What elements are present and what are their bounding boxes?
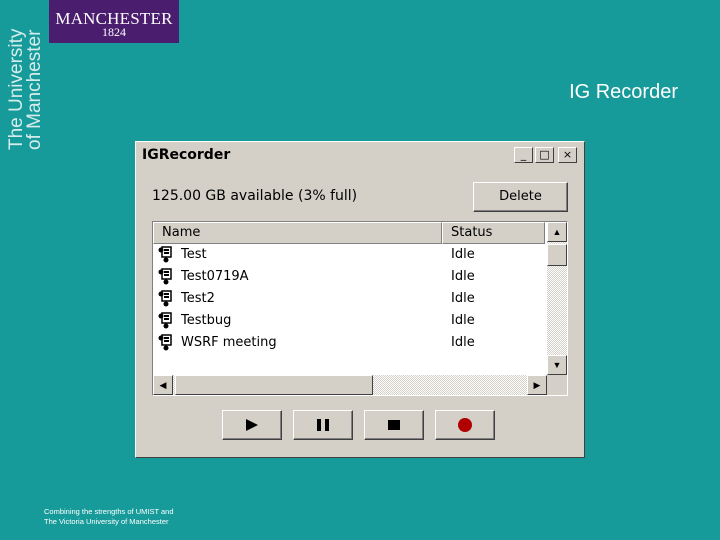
play-icon [246,419,258,431]
recording-row[interactable]: Test0719A Idle [153,266,545,288]
recording-name: Test [181,247,207,262]
recording-status: Idle [451,291,475,306]
recording-name: Test2 [181,291,215,306]
close-button[interactable]: × [558,147,577,163]
university-logo: MANCHESTER 1824 [49,0,179,43]
scroll-corner [547,375,567,395]
slide-title: IG Recorder [569,81,678,103]
recording-name: WSRF meeting [181,335,277,350]
recording-icon [158,312,172,329]
vertical-scrollbar[interactable]: ▲ ▼ [547,222,567,375]
recording-status: Idle [451,247,475,262]
vertical-scroll-thumb[interactable] [547,244,567,266]
recording-icon [158,268,172,285]
recording-status: Idle [451,269,475,284]
minimize-button[interactable]: _ [514,147,533,163]
footer-text: Combining the strengths of UMIST and The… [44,507,174,527]
delete-button[interactable]: Delete [473,182,568,212]
horizontal-scrollbar[interactable]: ◀ ▶ [153,375,547,395]
recording-row[interactable]: Testbug Idle [153,310,545,332]
window-titlebar[interactable]: IGRecorder _ □ × [138,144,582,166]
pause-button[interactable] [293,410,353,440]
scroll-left-button[interactable]: ◀ [153,375,173,395]
play-button[interactable] [222,410,282,440]
record-button[interactable] [435,410,495,440]
scroll-down-button[interactable]: ▼ [547,355,567,375]
maximize-button[interactable]: □ [535,147,554,163]
pause-icon [317,419,329,431]
scroll-right-button[interactable]: ▶ [527,375,547,395]
column-header-name[interactable]: Name [153,222,442,244]
recording-row[interactable]: WSRF meeting Idle [153,332,545,354]
window-title: IGRecorder [142,147,231,163]
footer-line1: Combining the strengths of UMIST and [44,507,174,516]
stop-button[interactable] [364,410,424,440]
stop-icon [388,420,400,430]
storage-available-label: 125.00 GB available (3% full) [152,188,358,204]
igrecorder-window: IGRecorder _ □ × 125.00 GB available (3%… [135,141,585,458]
recording-status: Idle [451,335,475,350]
recording-row[interactable]: Test2 Idle [153,288,545,310]
recording-icon [158,290,172,307]
vertical-university-name: The University of Manchester [6,29,45,150]
recording-row[interactable]: Test Idle [153,244,545,266]
recording-name: Test0719A [181,269,249,284]
vertical-brand-line2: of Manchester [24,29,45,150]
footer-line2: The Victoria University of Manchester [44,517,169,526]
horizontal-scroll-thumb[interactable] [175,375,373,395]
recording-icon [158,334,172,351]
column-header-status[interactable]: Status [442,222,545,244]
record-icon [458,418,472,432]
scroll-up-button[interactable]: ▲ [547,222,567,242]
recording-name: Testbug [181,313,232,328]
logo-year: 1824 [102,25,126,39]
recordings-list[interactable]: Name Status Test Idle Test0719A Idle Test2 Id… [152,221,568,396]
recording-status: Idle [451,313,475,328]
recording-icon [158,246,172,263]
